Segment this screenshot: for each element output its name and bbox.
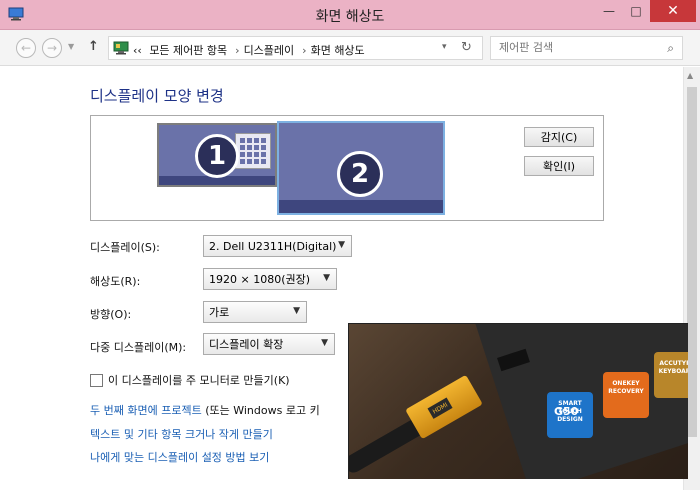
display-label: 디스플레이(S): (90, 241, 160, 254)
project-second-screen-link[interactable]: 두 번째 화면에 프로젝트 (또는 Windows 로고 키 (90, 402, 320, 418)
scroll-up-icon[interactable]: ▲ (687, 71, 693, 80)
project-hint-text: (또는 Windows 로고 키 (205, 404, 320, 417)
project-second-screen-link-text[interactable]: 두 번째 화면에 프로젝트 (90, 404, 202, 417)
multiple-displays-select-value: 디스플레이 확장 (209, 338, 284, 351)
back-button[interactable]: ← (16, 38, 36, 58)
search-icon[interactable]: ⌕ (667, 41, 674, 56)
sticker-accutype: ACCUTYPE KEYBOARD (654, 352, 688, 398)
window-title: 화면 해상도 (315, 9, 385, 25)
maximize-button[interactable]: □ (623, 0, 649, 22)
multiple-displays-label: 다중 디스플레이(M): (90, 341, 187, 354)
multiple-displays-select[interactable]: 디스플레이 확장 ▼ (203, 333, 335, 355)
refresh-icon[interactable]: ↻ (461, 40, 472, 55)
hdmi-port (497, 348, 530, 372)
monitor-1[interactable]: 1 (157, 123, 277, 187)
start-screen-icon (235, 133, 271, 169)
chevron-down-icon: ▼ (321, 338, 328, 348)
model-label: G50 (554, 405, 579, 418)
sticker-onekey-recovery: ONEKEY RECOVERY (603, 372, 649, 418)
orientation-select-value: 가로 (209, 306, 230, 319)
page-title: 디스플레이 모양 변경 (90, 87, 224, 105)
main-display-checkbox-row[interactable]: 이 디스플레이를 주 모니터로 만들기(K) (90, 372, 290, 388)
display-select[interactable]: 2. Dell U2311H(Digital) ▼ (203, 235, 352, 257)
arrow-left-icon: ← (20, 41, 32, 55)
chevron-down-icon: ▼ (323, 273, 330, 283)
up-button[interactable]: ↑ (88, 39, 99, 54)
search-box[interactable]: ⌕ (490, 36, 683, 60)
control-panel-icon (113, 41, 129, 55)
breadcrumb-display[interactable]: 디스플레이 (244, 44, 295, 57)
recent-locations-dropdown[interactable]: ▼ (68, 42, 74, 51)
monitor-1-number: 1 (195, 134, 239, 178)
identify-button[interactable]: 확인(I) (524, 156, 594, 176)
resolution-select[interactable]: 1920 × 1080(권장) ▼ (203, 268, 337, 290)
resolution-label: 해상도(R): (90, 275, 141, 288)
breadcrumb-screen-resolution[interactable]: 화면 해상도 (311, 44, 365, 57)
chevron-down-icon: ▼ (293, 306, 300, 316)
display-settings-help-link[interactable]: 나에게 맞는 디스플레이 설정 방법 보기 (90, 449, 269, 465)
breadcrumb: ‹‹ 모든 제어판 항목 › 디스플레이 › 화면 해상도 (133, 42, 369, 58)
breadcrumb-all-control-panel-items[interactable]: 모든 제어판 항목 (149, 44, 227, 57)
chevron-right-icon[interactable]: › (235, 44, 239, 57)
main-display-checkbox-label[interactable]: 이 디스플레이를 주 모니터로 만들기(K) (108, 372, 290, 388)
breadcrumb-overflow[interactable]: ‹‹ (133, 44, 142, 57)
monitor-2-taskbar (279, 200, 443, 213)
navigation-bar: ← → ▼ ↑ ‹‹ 모든 제어판 항목 › 디스플레이 › 화면 해상도 ▾ ↻ ⌕ (0, 30, 700, 66)
scrollbar-thumb[interactable] (687, 87, 697, 437)
hdmi-plug: HDMI (405, 374, 483, 440)
detect-button[interactable]: 감지(C) (524, 127, 594, 147)
hdmi-cable-photo: SMART TOUCH DESIGN ONEKEY RECOVERY ACCUT… (348, 323, 688, 479)
monitor-2-number: 2 (337, 151, 383, 197)
close-button[interactable]: ✕ (650, 0, 696, 22)
address-bar[interactable]: ‹‹ 모든 제어판 항목 › 디스플레이 › 화면 해상도 ▾ ↻ (108, 36, 483, 60)
hdmi-logo: HDMI (427, 397, 453, 419)
orientation-select[interactable]: 가로 ▼ (203, 301, 307, 323)
forward-button[interactable]: → (42, 38, 62, 58)
chevron-down-icon: ▼ (338, 240, 345, 250)
resolution-select-value: 1920 × 1080(권장) (209, 273, 311, 286)
orientation-label: 방향(O): (90, 308, 132, 321)
text-size-link[interactable]: 텍스트 및 기타 항목 크거나 작게 만들기 (90, 426, 273, 442)
search-input[interactable] (499, 41, 654, 54)
title-bar: 화면 해상도 — □ ✕ (0, 0, 700, 30)
chevron-right-icon[interactable]: › (302, 44, 306, 57)
display-select-value: 2. Dell U2311H(Digital) (209, 239, 337, 253)
monitor-2[interactable]: 2 (277, 121, 445, 215)
minimize-button[interactable]: — (596, 0, 622, 22)
display-arrangement: 1 2 감지(C) 확인(I) (90, 115, 604, 221)
arrow-right-icon: → (46, 41, 58, 55)
main-display-checkbox[interactable] (90, 373, 103, 387)
address-dropdown-icon[interactable]: ▾ (442, 42, 447, 52)
